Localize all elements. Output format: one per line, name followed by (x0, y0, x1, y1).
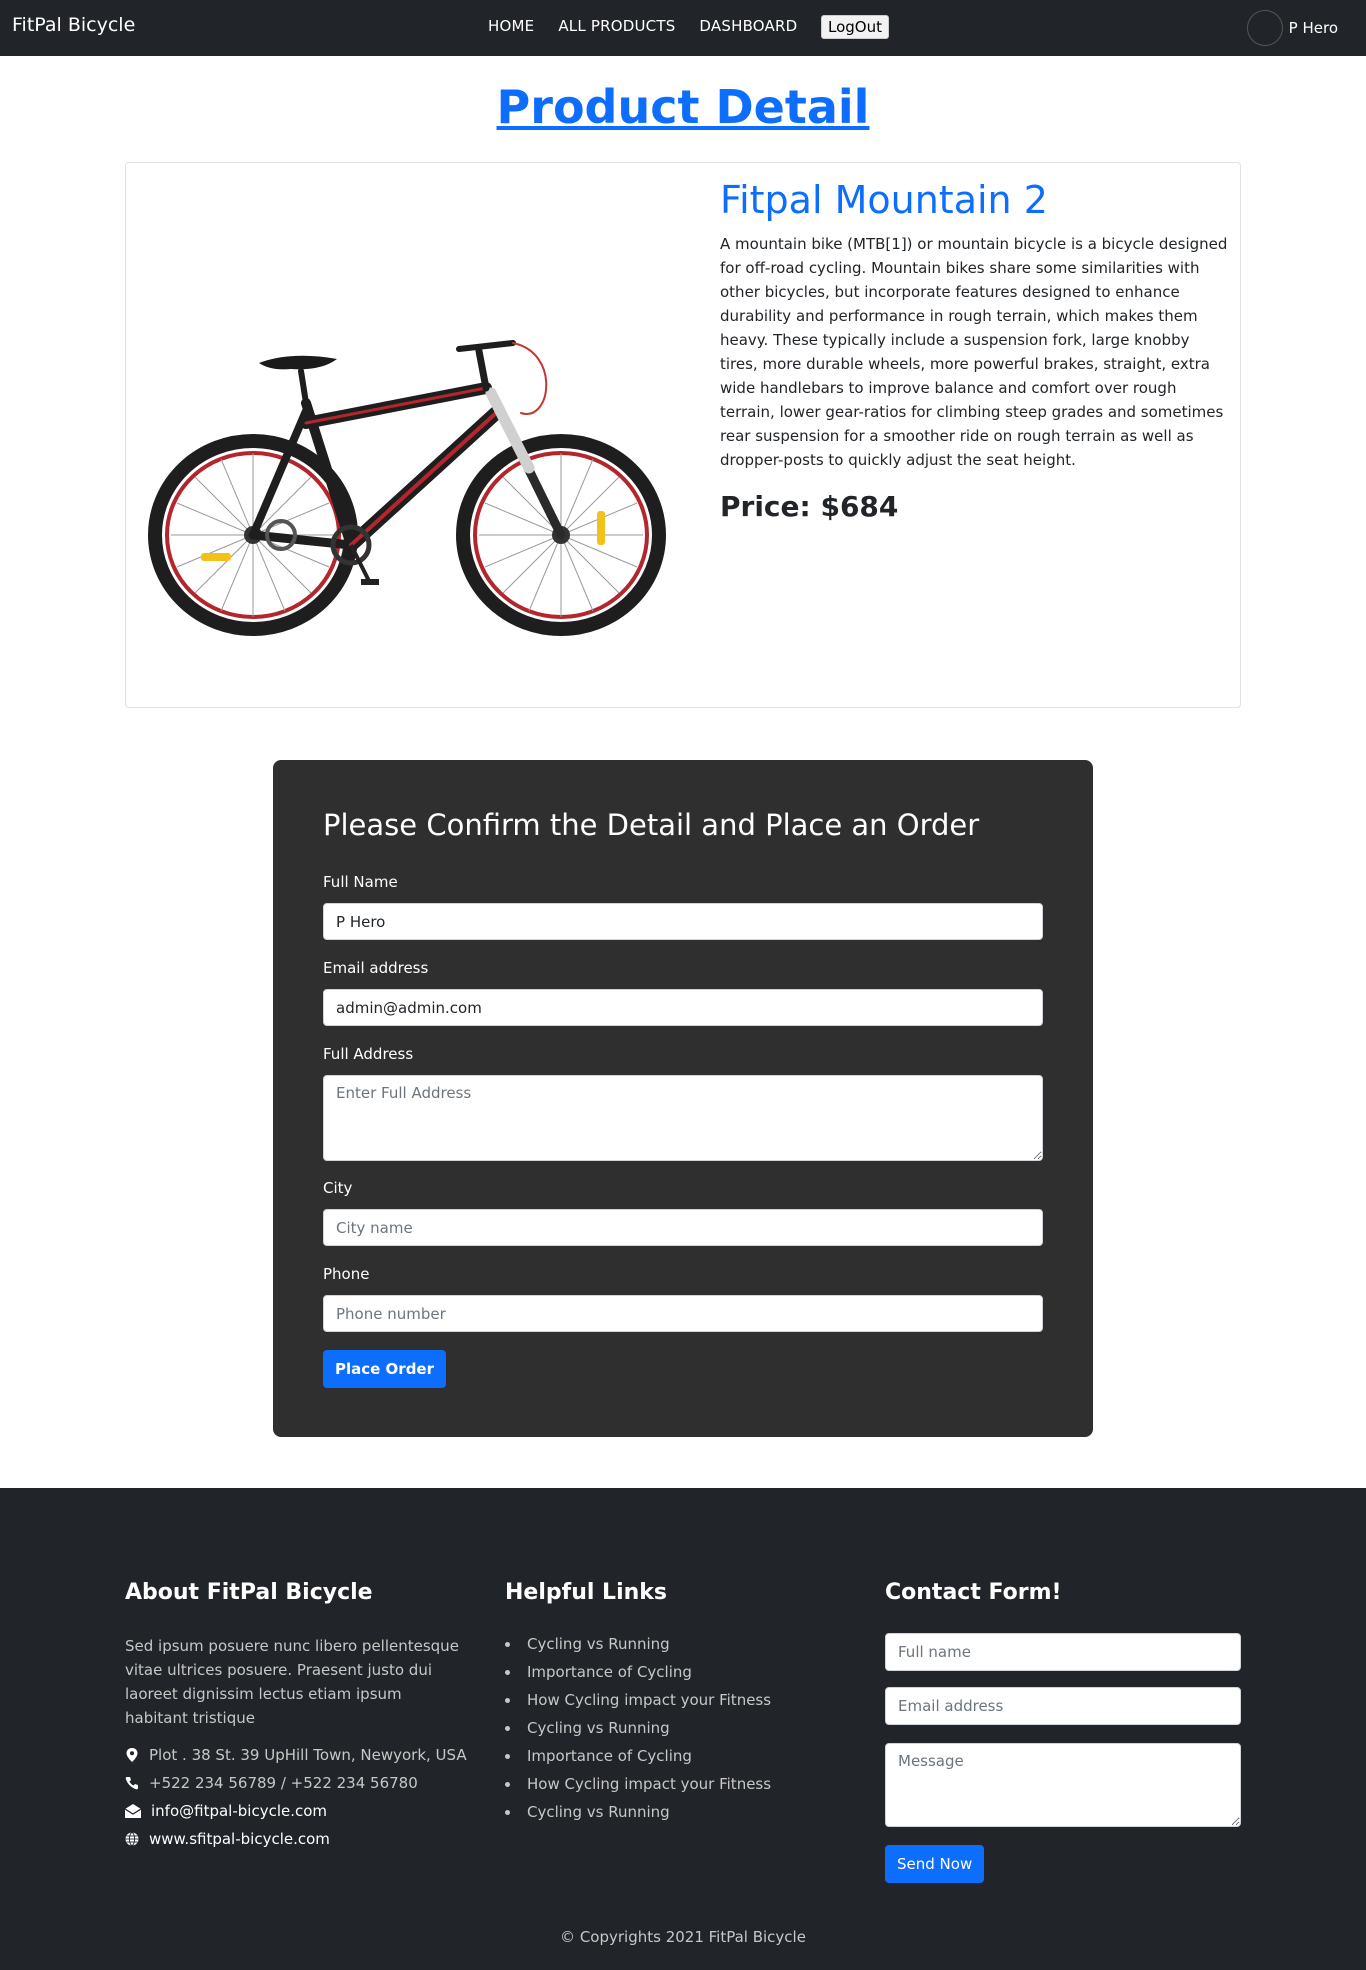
nav-home-link[interactable]: HOME (488, 17, 534, 35)
helpful-link[interactable]: How Cycling impact your Fitness (505, 1774, 771, 1802)
page-title: Product Detail (496, 80, 870, 134)
order-form-title: Please Confirm the Detail and Place an O… (323, 808, 980, 842)
address-field[interactable] (323, 1075, 1043, 1161)
product-card: Muscular Fitpal Mountain 2 A mountain bi… (125, 162, 1241, 708)
city-field[interactable] (323, 1209, 1043, 1246)
helpful-link[interactable]: Importance of Cycling (505, 1746, 771, 1774)
user-profile[interactable]: P Hero (1246, 10, 1338, 46)
product-info: Fitpal Mountain 2 A mountain bike (MTB[1… (720, 178, 1228, 523)
nav-all-products-link[interactable]: ALL PRODUCTS (558, 17, 675, 35)
phone-field[interactable] (323, 1295, 1043, 1332)
product-price: Price: $684 (720, 490, 899, 523)
place-order-button[interactable]: Place Order (323, 1350, 447, 1388)
phone-label: Phone (323, 1265, 370, 1283)
contact-form-heading: Contact Form! (885, 1580, 1062, 1605)
footer: About FitPal Bicycle Sed ipsum posuere n… (0, 1488, 1366, 1970)
email-text[interactable]: info@fitpal-bicycle.com (151, 1802, 327, 1820)
phone-text: +522 234 56789 / +522 234 56780 (149, 1774, 418, 1792)
address-text: Plot . 38 St. 39 UpHill Town, Newyork, U… (149, 1746, 467, 1764)
map-marker-icon (126, 1748, 138, 1762)
city-label: City (323, 1179, 353, 1197)
copyright-text: © Copyrights 2021 FitPal Bicycle (560, 1928, 806, 1946)
send-now-button[interactable]: Send Now (885, 1845, 985, 1883)
envelope-open-icon (125, 1804, 141, 1818)
email-label: Email address (323, 959, 429, 977)
contact-name-input[interactable] (885, 1633, 1241, 1671)
contact-email-input[interactable] (885, 1687, 1241, 1725)
full-name-field[interactable] (323, 903, 1043, 940)
nav-dashboard-link[interactable]: DASHBOARD (699, 17, 797, 35)
top-navbar: FitPal Bicycle HOME ALL PRODUCTS DASHBOA… (0, 0, 1366, 56)
email-field[interactable] (323, 989, 1043, 1026)
address-row: Plot . 38 St. 39 UpHill Town, Newyork, U… (125, 1746, 467, 1764)
nav-links: HOME ALL PRODUCTS DASHBOARD (488, 17, 821, 35)
helpful-link[interactable]: Cycling vs Running (505, 1634, 771, 1662)
helpful-link[interactable]: How Cycling impact your Fitness (505, 1690, 771, 1718)
product-name: Fitpal Mountain 2 (720, 178, 1048, 222)
phone-icon (125, 1777, 138, 1790)
email-row[interactable]: info@fitpal-bicycle.com (125, 1802, 327, 1820)
logout-button[interactable]: LogOut (821, 15, 889, 39)
helpful-link[interactable]: Importance of Cycling (505, 1662, 771, 1690)
about-text: Sed ipsum posuere nunc libero pellentesq… (125, 1637, 459, 1727)
about-heading: About FitPal Bicycle (125, 1580, 373, 1605)
order-form: Please Confirm the Detail and Place an O… (273, 760, 1093, 1437)
website-text[interactable]: www.sfitpal-bicycle.com (149, 1830, 330, 1848)
links-heading: Helpful Links (505, 1580, 668, 1605)
user-name: P Hero (1288, 19, 1338, 37)
website-row[interactable]: www.sfitpal-bicycle.com (125, 1830, 330, 1848)
avatar (1246, 10, 1283, 46)
globe-icon (125, 1832, 139, 1846)
brand-logo-text[interactable]: FitPal Bicycle (12, 14, 135, 36)
product-image: Muscular (141, 263, 671, 663)
address-label: Full Address (323, 1045, 414, 1063)
phone-row: +522 234 56789 / +522 234 56780 (125, 1774, 418, 1792)
product-description: A mountain bike (MTB[1]) or mountain bic… (720, 235, 1228, 469)
contact-message-input[interactable] (885, 1743, 1241, 1827)
helpful-link[interactable]: Cycling vs Running (505, 1802, 771, 1830)
helpful-link[interactable]: Cycling vs Running (505, 1718, 771, 1746)
full-name-label: Full Name (323, 873, 398, 891)
helpful-links-list: Cycling vs Running Importance of Cycling… (505, 1634, 771, 1830)
